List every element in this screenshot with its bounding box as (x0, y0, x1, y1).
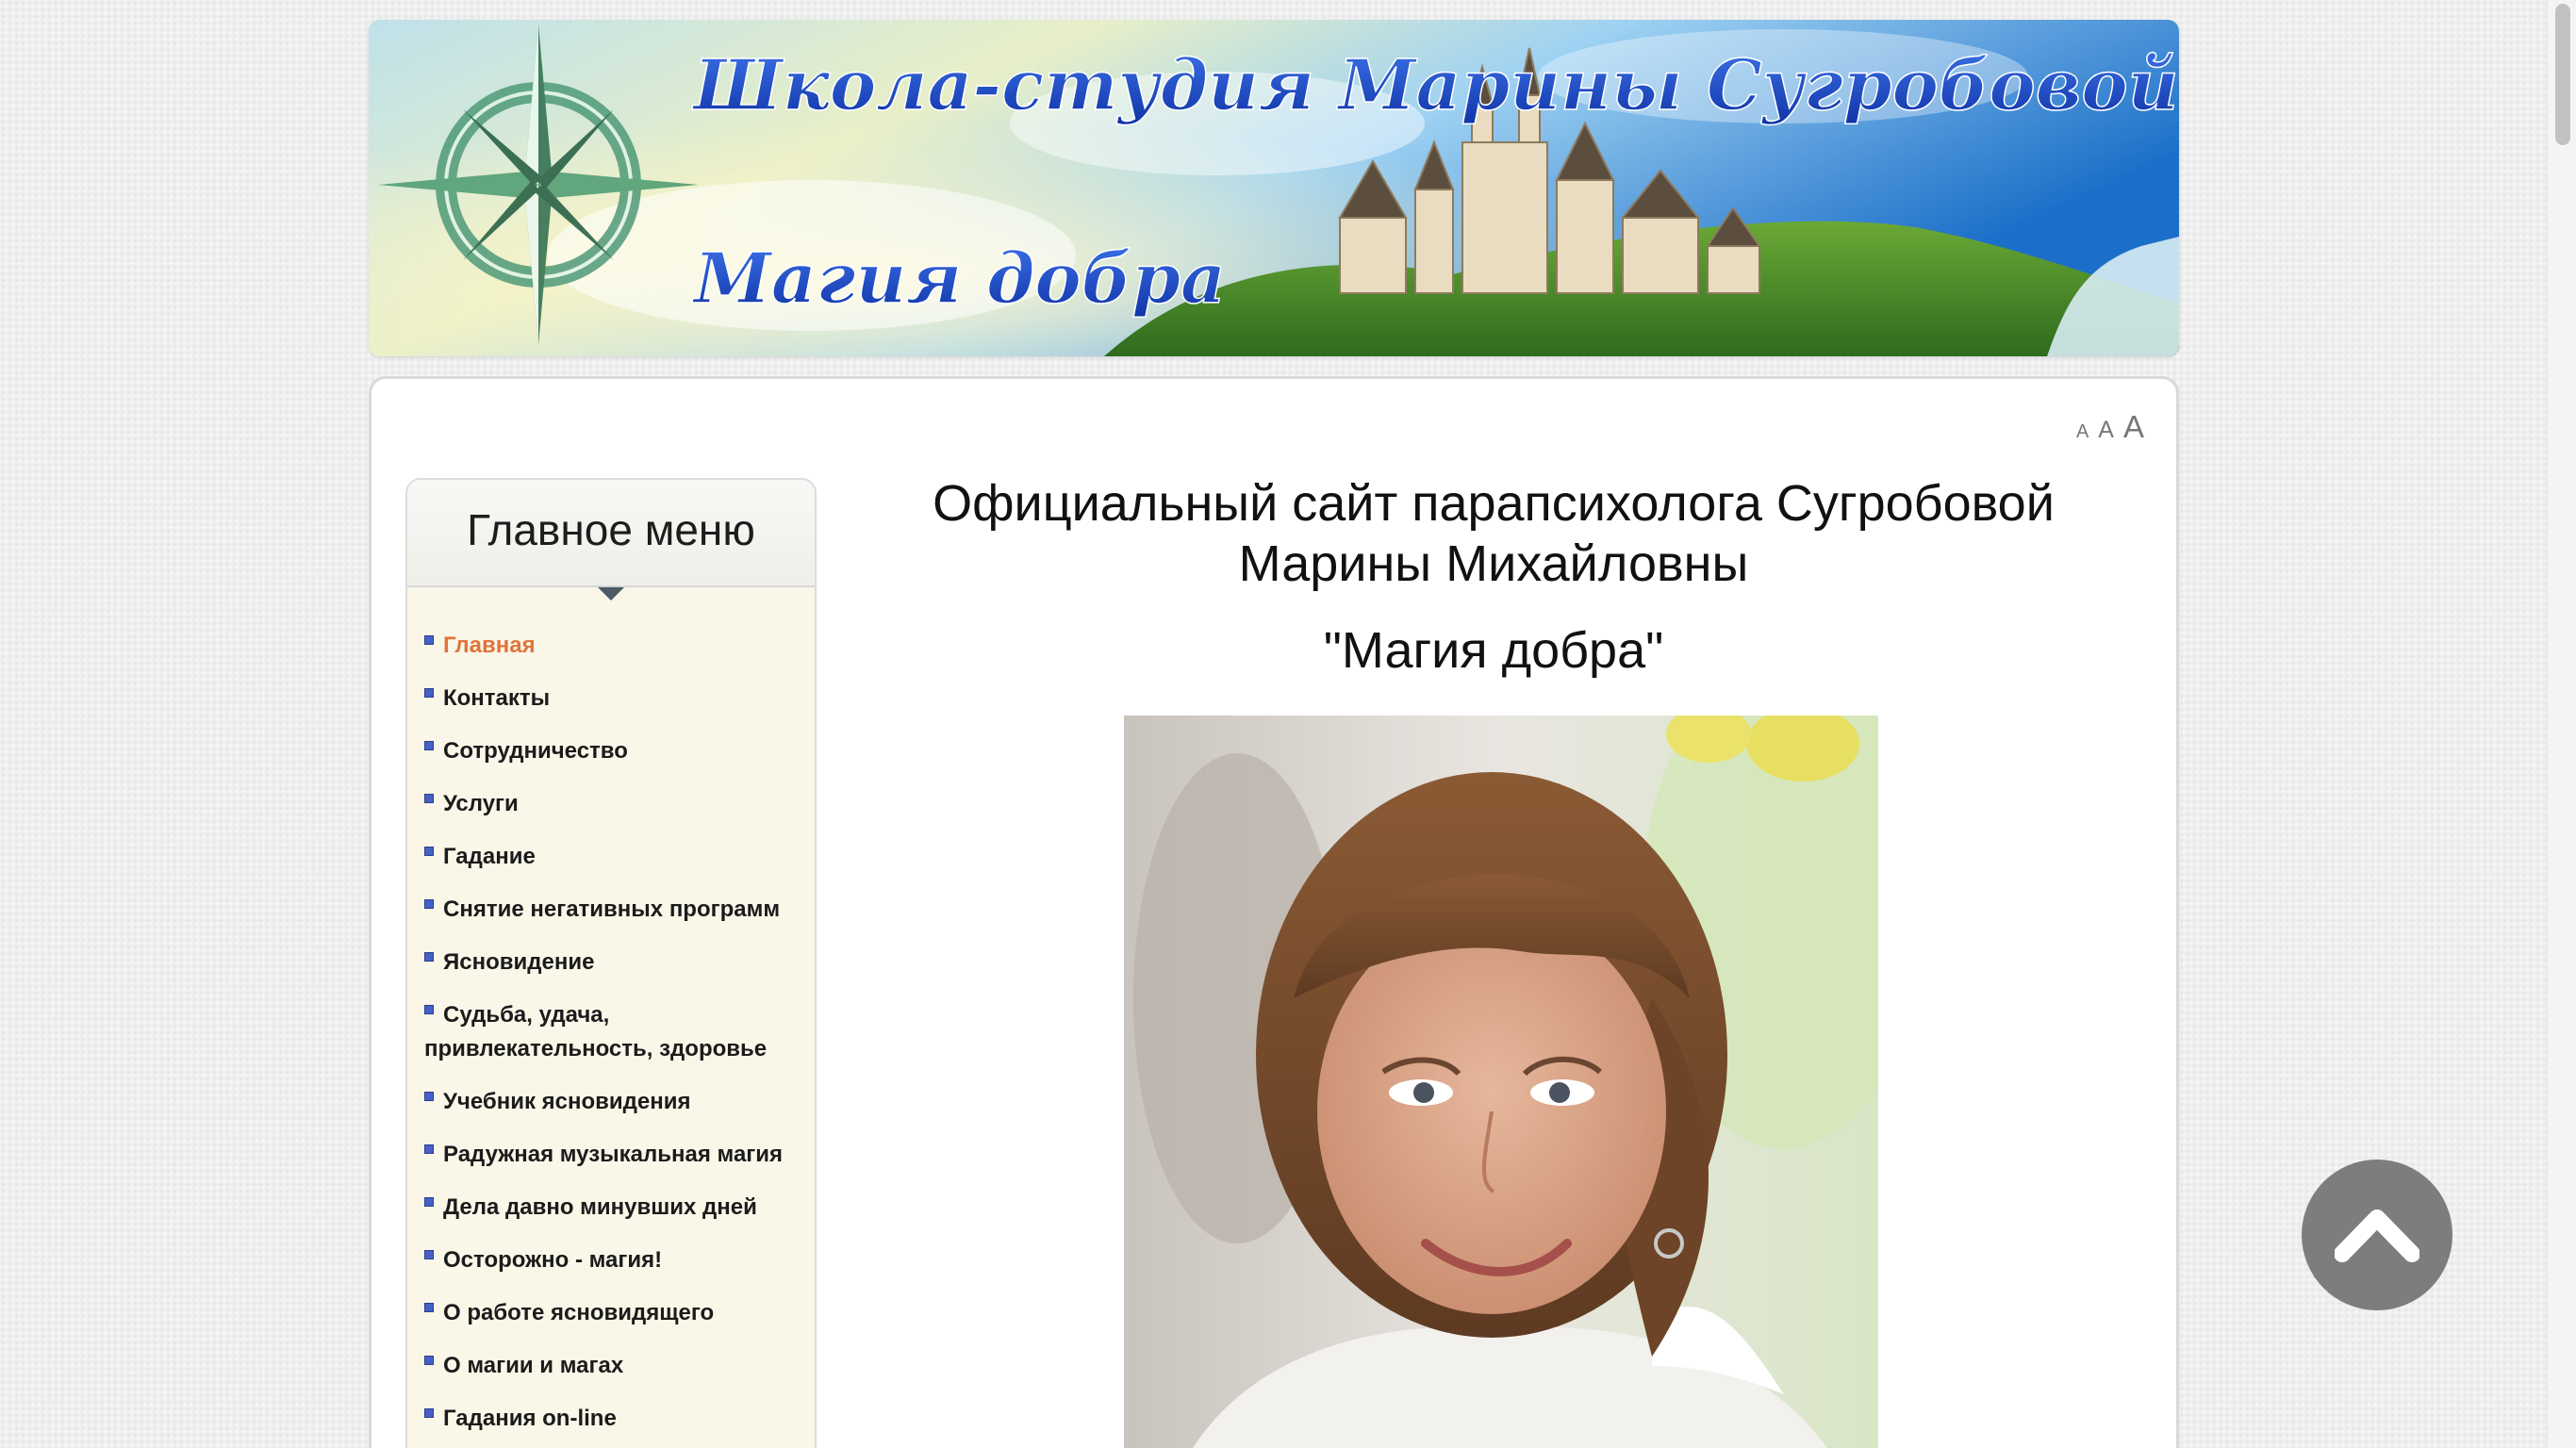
banner-subtitle: Магия добра (691, 239, 1226, 320)
menu-item-sudba[interactable]: Судьба, удача, привлекательность, здоров… (424, 998, 798, 1066)
square-bullet-icon (424, 847, 434, 856)
menu-item-o-magii[interactable]: О магии и магах (424, 1349, 798, 1383)
back-to-top-button[interactable] (2302, 1160, 2452, 1310)
square-bullet-icon (424, 1092, 434, 1101)
font-size-large-button[interactable]: A (2123, 409, 2144, 445)
square-bullet-icon (424, 1303, 434, 1312)
caret-down-icon (598, 587, 624, 601)
square-bullet-icon (424, 794, 434, 803)
square-bullet-icon (424, 1005, 434, 1014)
menu-item-uchebnik[interactable]: Учебник ясновидения (424, 1085, 798, 1119)
square-bullet-icon (424, 1144, 434, 1154)
main-menu-header: Главное меню (407, 480, 815, 601)
menu-item-snyatie-programm[interactable]: Снятие негативных программ (424, 893, 798, 927)
page-scrollbar[interactable] (2547, 0, 2576, 1448)
square-bullet-icon (424, 1356, 434, 1365)
square-bullet-icon (424, 1408, 434, 1418)
font-size-small-button[interactable]: A (2076, 421, 2089, 443)
menu-item-gadaniya-online[interactable]: Гадания on-line (424, 1402, 798, 1436)
banner-image: Школа-студия Марины Сугробовой Магия доб… (369, 20, 2179, 356)
square-bullet-icon (424, 899, 434, 909)
menu-item-gadanie[interactable]: Гадание (424, 840, 798, 874)
banner-title: Школа-студия Марины Сугробовой (691, 45, 2179, 126)
menu-item-dela-davno[interactable]: Дела давно минувших дней (424, 1191, 798, 1225)
font-size-controls: A A A (2076, 409, 2144, 445)
menu-item-kontakty[interactable]: Контакты (424, 682, 798, 716)
page-title: Официальный сайт парапсихолога Сугробово… (933, 475, 2055, 592)
main-article: Официальный сайт парапсихолога Сугробово… (862, 473, 2125, 681)
portrait-photo (1124, 716, 1878, 1448)
menu-item-raduzhnaya-magiya[interactable]: Радужная музыкальная магия (424, 1138, 798, 1172)
main-menu-title: Главное меню (467, 505, 755, 554)
content-panel: A A A Главное меню Главная Контакты Сотр… (369, 376, 2179, 1448)
square-bullet-icon (424, 1197, 434, 1207)
square-bullet-icon (424, 635, 434, 645)
square-bullet-icon (424, 952, 434, 962)
square-bullet-icon (424, 1250, 434, 1259)
site-banner[interactable]: Школа-студия Марины Сугробовой Магия доб… (369, 20, 2179, 356)
scrollbar-thumb[interactable] (2555, 4, 2570, 145)
square-bullet-icon (424, 741, 434, 750)
main-menu: Главное меню Главная Контакты Сотрудниче… (405, 478, 817, 1448)
menu-item-glavnaya[interactable]: Главная (424, 629, 798, 663)
main-menu-list: Главная Контакты Сотрудничество Услуги Г… (407, 587, 815, 1436)
chevron-up-icon (2335, 1209, 2419, 1262)
menu-item-sotrudnichestvo[interactable]: Сотрудничество (424, 734, 798, 768)
square-bullet-icon (424, 688, 434, 698)
menu-item-ostorozhno-magiya[interactable]: Осторожно - магия! (424, 1243, 798, 1277)
menu-item-uslugi[interactable]: Услуги (424, 787, 798, 821)
menu-item-o-rabote[interactable]: О работе ясновидящего (424, 1296, 798, 1330)
menu-item-yasnovidenie[interactable]: Ясновидение (424, 946, 798, 979)
page-subtitle: "Магия добра" (1323, 622, 1664, 679)
font-size-medium-button[interactable]: A (2098, 417, 2114, 444)
